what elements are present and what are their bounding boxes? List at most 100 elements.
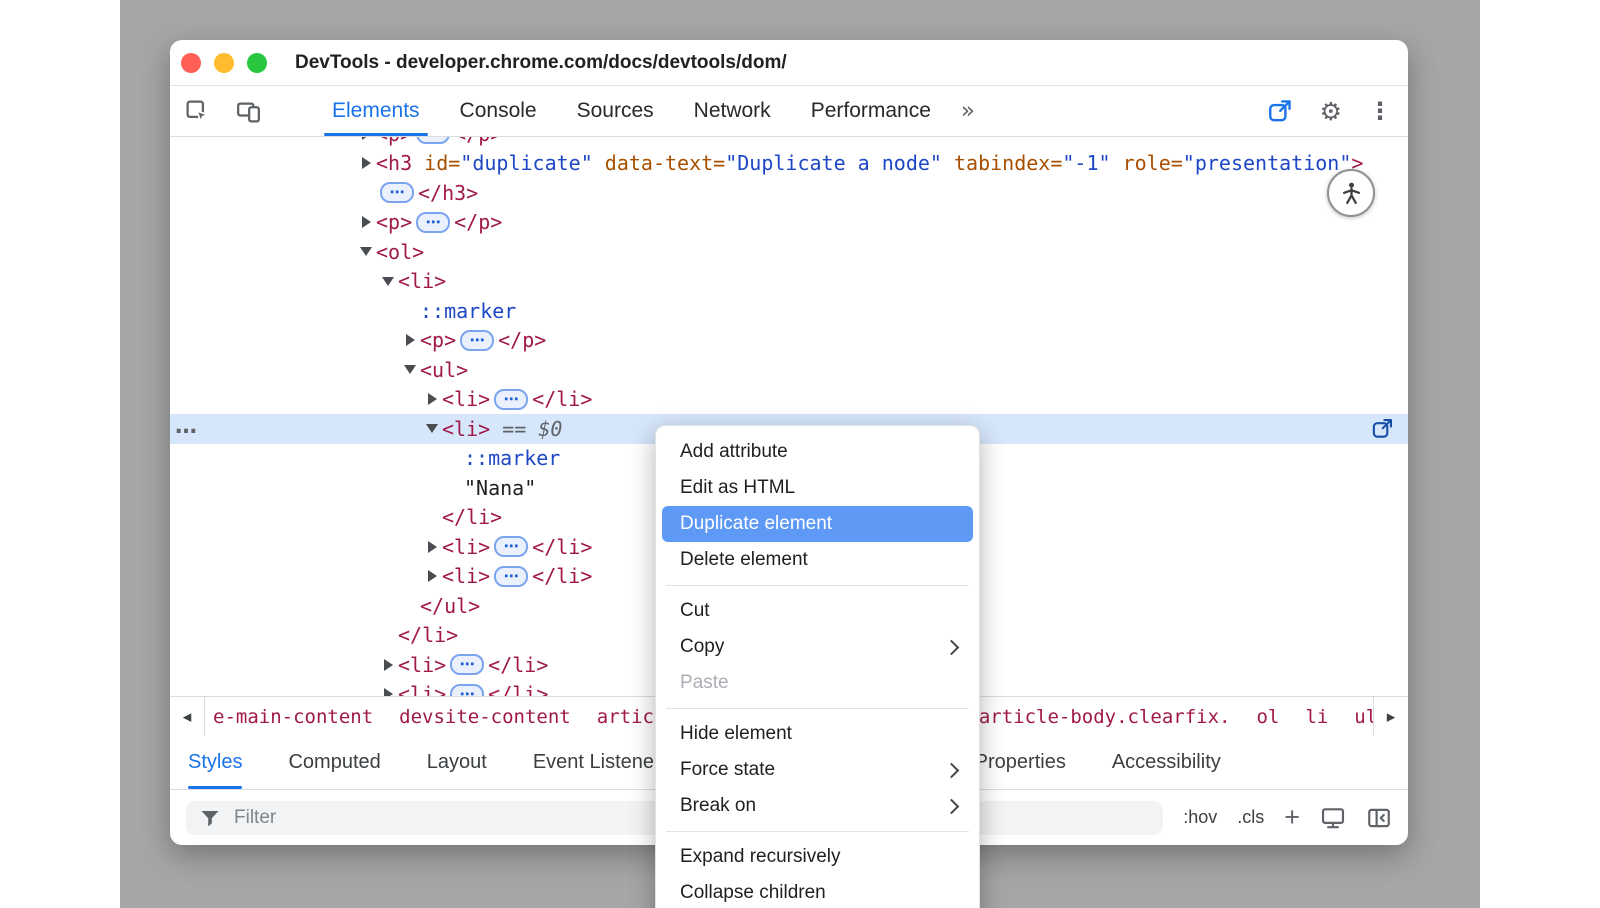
expand-arrow[interactable] xyxy=(422,393,442,405)
node-ellipsis-button[interactable]: ⋯ xyxy=(494,566,528,587)
node-ellipsis-button[interactable]: ⋯ xyxy=(416,137,450,144)
menu-item-expand-recursively[interactable]: Expand recursively xyxy=(662,839,973,875)
dom-tree-row[interactable]: <li>⋯</li> xyxy=(170,385,1408,415)
menu-item-label: Hide element xyxy=(680,723,792,745)
expand-arrow[interactable] xyxy=(356,247,376,256)
expand-arrow[interactable] xyxy=(356,157,376,169)
dom-tree-row[interactable]: <h3 id="duplicate" data-text="Duplicate … xyxy=(170,149,1408,179)
menu-item-delete-element[interactable]: Delete element xyxy=(662,542,973,578)
row-overflow-dots[interactable]: … xyxy=(175,414,198,439)
dom-tree-row[interactable]: <ul> xyxy=(170,355,1408,385)
node-ellipsis-button[interactable]: ⋯ xyxy=(450,654,484,675)
tab-layout[interactable]: Layout xyxy=(427,736,487,789)
breadcrumb-item-li[interactable]: li xyxy=(1305,706,1328,728)
code-token: <h3 xyxy=(376,151,412,175)
menu-item-cut[interactable]: Cut xyxy=(662,593,973,629)
toggle-rendering-button[interactable] xyxy=(1320,805,1346,831)
accessibility-floating-button[interactable] xyxy=(1327,169,1375,217)
toggle-sidebar-button[interactable] xyxy=(1366,805,1392,831)
code-token: </li> xyxy=(398,623,458,647)
close-button[interactable] xyxy=(181,53,201,73)
new-style-rule-button[interactable]: + xyxy=(1284,804,1300,831)
class-toggle-button[interactable]: .cls xyxy=(1237,807,1264,828)
expand-arrow[interactable] xyxy=(378,688,398,696)
tab-label: Computed xyxy=(288,751,380,774)
node-ellipsis-button[interactable]: ⋯ xyxy=(450,684,484,696)
inspect-element-button[interactable] xyxy=(184,98,211,125)
expand-arrow[interactable] xyxy=(356,216,376,228)
node-ellipsis-button[interactable]: ⋯ xyxy=(416,212,450,233)
dom-tree-row[interactable]: <p>⋯</p> xyxy=(170,137,1408,149)
code-token: <ol> xyxy=(376,240,424,264)
expand-arrow[interactable] xyxy=(422,424,442,433)
tab-sources[interactable]: Sources xyxy=(565,86,666,136)
menu-item-break-on[interactable]: Break on xyxy=(662,788,973,824)
sidebar-icon xyxy=(1366,805,1392,831)
node-ellipsis-button[interactable]: ⋯ xyxy=(460,330,494,351)
dom-tree-row[interactable]: <p>⋯</p> xyxy=(170,326,1408,356)
code-token: <li> xyxy=(442,535,490,559)
menu-item-edit-as-html[interactable]: Edit as HTML xyxy=(662,470,973,506)
menu-item-force-state[interactable]: Force state xyxy=(662,752,973,788)
settings-button[interactable]: ⚙ xyxy=(1320,97,1342,126)
breadcrumb-item-e-main-content[interactable]: e-main-content xyxy=(213,706,373,728)
menu-item-copy[interactable]: Copy xyxy=(662,629,973,665)
expand-arrow[interactable] xyxy=(378,277,398,286)
expand-arrow[interactable] xyxy=(422,570,442,582)
dom-tree-row[interactable]: ⋯</h3> xyxy=(170,178,1408,208)
node-ellipsis-button[interactable]: ⋯ xyxy=(494,389,528,410)
triangle-icon xyxy=(362,216,371,228)
tab-styles[interactable]: Styles xyxy=(188,736,242,789)
submenu-chevron-icon xyxy=(944,640,960,656)
dom-tree-row[interactable]: <li> xyxy=(170,267,1408,297)
tab-elements[interactable]: Elements xyxy=(320,86,432,136)
more-tabs-button[interactable]: » xyxy=(961,98,975,124)
breadcrumb-item-ul[interactable]: ul xyxy=(1354,706,1373,728)
breadcrumb-scroll-left-button[interactable]: ◂ xyxy=(170,697,205,736)
device-toolbar-button[interactable] xyxy=(235,98,262,125)
dom-tree-row[interactable]: <ol> xyxy=(170,237,1408,267)
breadcrumb-item-ol[interactable]: ol xyxy=(1257,706,1280,728)
window-titlebar: DevTools - developer.chrome.com/docs/dev… xyxy=(170,40,1408,86)
minimize-button[interactable] xyxy=(214,53,234,73)
expand-arrow[interactable] xyxy=(356,137,376,140)
code-token: role= xyxy=(1111,151,1183,175)
menu-item-add-attribute[interactable]: Add attribute xyxy=(662,434,973,470)
hover-state-button[interactable]: :hov xyxy=(1183,807,1217,828)
tab-event-listeners[interactable]: Event Listeners xyxy=(533,736,671,789)
tab-computed[interactable]: Computed xyxy=(288,736,380,789)
code-token: </ul> xyxy=(420,594,480,618)
dom-tree-row[interactable]: <p>⋯</p> xyxy=(170,208,1408,238)
breadcrumb-item-devsite-content[interactable]: devsite-content xyxy=(399,706,571,728)
menu-item-label: Copy xyxy=(680,636,724,658)
expand-arrow[interactable] xyxy=(400,365,420,374)
tab-properties[interactable]: Properties xyxy=(975,736,1066,789)
tab-label: Network xyxy=(694,99,771,123)
menu-item-label: Force state xyxy=(680,759,775,781)
tab-network[interactable]: Network xyxy=(682,86,783,136)
menu-item-collapse-children[interactable]: Collapse children xyxy=(662,875,973,908)
triangle-icon xyxy=(360,247,372,256)
menu-item-hide-element[interactable]: Hide element xyxy=(662,716,973,752)
reveal-badge-icon[interactable] xyxy=(1371,417,1394,440)
expand-arrow[interactable] xyxy=(378,659,398,671)
more-options-button[interactable]: ⋮ xyxy=(1368,97,1392,125)
expand-arrow[interactable] xyxy=(422,541,442,553)
breadcrumb-scroll-right-button[interactable]: ▸ xyxy=(1373,697,1408,736)
expand-arrow[interactable] xyxy=(400,334,420,346)
highlight-badge-button[interactable] xyxy=(1267,98,1294,125)
monitor-icon xyxy=(1320,805,1346,831)
node-ellipsis-button[interactable]: ⋯ xyxy=(380,182,414,203)
tab-label: Layout xyxy=(427,751,487,774)
code-token: <p> xyxy=(376,137,412,146)
tab-performance[interactable]: Performance xyxy=(799,86,943,136)
code-token: "-1" xyxy=(1062,151,1110,175)
menu-item-paste[interactable]: Paste xyxy=(662,665,973,701)
tab-console[interactable]: Console xyxy=(448,86,549,136)
dom-tree-row[interactable]: ::marker xyxy=(170,296,1408,326)
tab-accessibility[interactable]: Accessibility xyxy=(1112,736,1221,789)
node-ellipsis-button[interactable]: ⋯ xyxy=(494,536,528,557)
menu-item-duplicate-element[interactable]: Duplicate element xyxy=(662,506,973,542)
breadcrumb-item-article-body-clearfix[interactable]: article-body.clearfix. xyxy=(979,706,1231,728)
zoom-button[interactable] xyxy=(247,53,267,73)
